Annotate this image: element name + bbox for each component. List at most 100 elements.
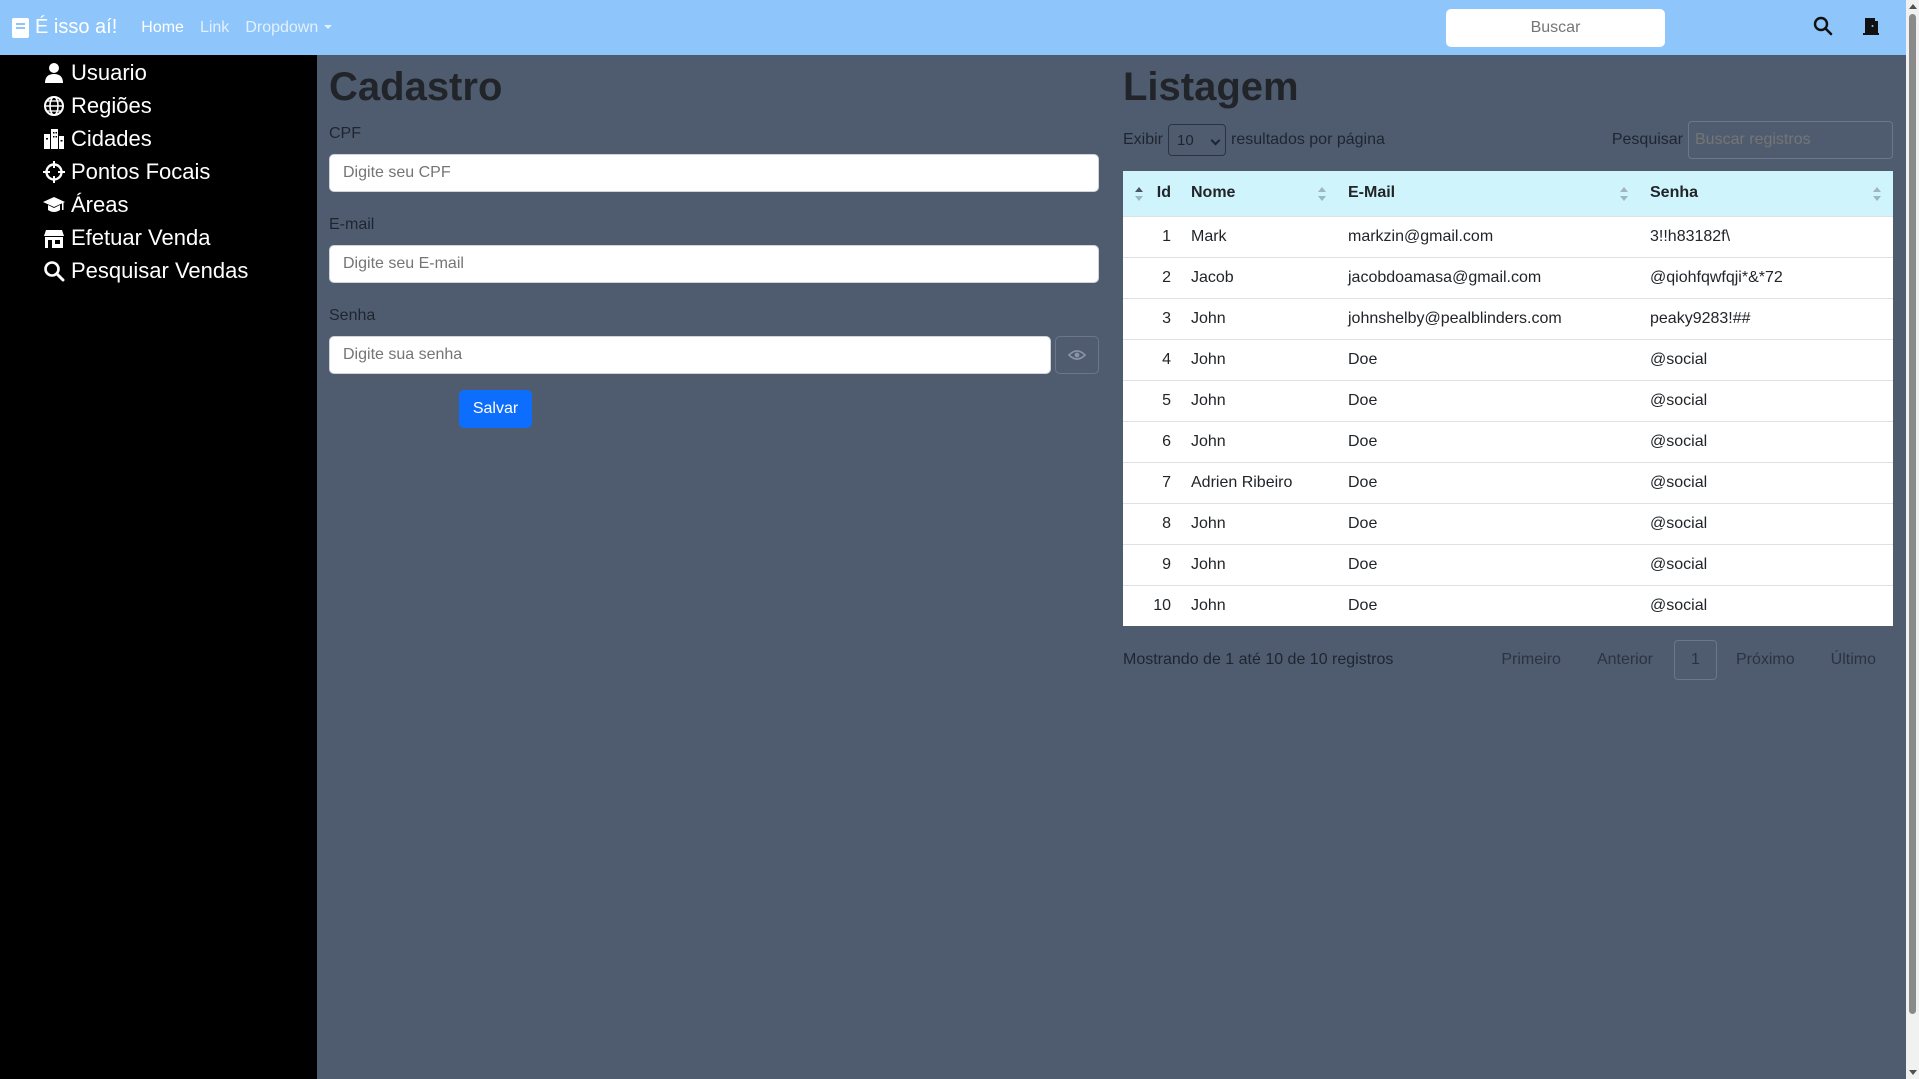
email-field[interactable]	[329, 245, 1099, 283]
sidebar-item-regioes[interactable]: Regiões	[0, 89, 317, 122]
cell-nome: John	[1191, 391, 1226, 409]
nav-links: Home Link Dropdown	[141, 19, 348, 37]
table-controls: Exibir 10 resultados por página Pesquisa…	[1123, 121, 1893, 159]
listagem-panel: Listagem Exibir 10 resultados por página…	[1123, 55, 1893, 680]
sidebar-item-cidades[interactable]: Cidades	[0, 122, 317, 155]
brand[interactable]: É isso aí!	[12, 16, 117, 39]
table-row[interactable]: 9 John Doe @social	[1123, 544, 1893, 585]
cell-email: Doe	[1348, 514, 1378, 532]
table-row[interactable]: 5 John Doe @social	[1123, 380, 1893, 421]
scroll-down-icon[interactable]	[1909, 1070, 1917, 1075]
pagination-current-page[interactable]: 1	[1673, 640, 1717, 680]
pagination-previous[interactable]: Anterior	[1597, 651, 1653, 669]
cell-senha: @social	[1650, 596, 1708, 614]
column-header-label: Id	[1156, 184, 1171, 202]
scrollbar-thumb[interactable]	[1909, 14, 1916, 1014]
sort-icon	[1620, 187, 1628, 201]
per-page-label: resultados por página	[1231, 131, 1385, 148]
cpf-field[interactable]	[329, 154, 1099, 192]
cell-id: 10	[1153, 596, 1171, 614]
cell-email: Doe	[1348, 555, 1378, 573]
nav-dropdown-label: Dropdown	[245, 18, 319, 36]
sidebar: Usuario Regiões Cidades Pontos Focais Ár…	[0, 55, 317, 1079]
table-row[interactable]: 10 John Doe @social	[1123, 585, 1893, 626]
cell-senha: 3!!h83182f\	[1650, 227, 1731, 245]
cell-id: 3	[1162, 309, 1171, 327]
records-search-input[interactable]	[1688, 121, 1893, 159]
sort-icon	[1873, 187, 1881, 201]
cell-senha: @social	[1650, 350, 1708, 368]
pagination: Primeiro Anterior 1 Próximo Último	[1465, 640, 1893, 680]
cell-nome: John	[1191, 555, 1226, 573]
search-label: Pesquisar	[1611, 131, 1683, 148]
password-field[interactable]	[329, 336, 1051, 374]
table-row[interactable]: 2 Jacob jacobdoamasa@gmail.com @qiohfqwfqji…	[1123, 257, 1893, 298]
sidebar-item-label: Áreas	[71, 191, 129, 217]
table-row[interactable]: 1 Mark markzin@gmail.com 3!!h83182f\	[1123, 216, 1893, 257]
cell-email: Doe	[1348, 473, 1378, 491]
graduation-cap-icon	[43, 196, 65, 212]
table-row[interactable]: 7 Adrien Ribeiro Doe @social	[1123, 462, 1893, 503]
page-size-select[interactable]: 10	[1168, 124, 1227, 156]
nav-link-home[interactable]: Home	[141, 19, 184, 37]
scrollbar[interactable]	[1906, 0, 1919, 1079]
cell-email: jacobdoamasa@gmail.com	[1348, 268, 1542, 286]
sidebar-item-label: Pontos Focais	[71, 158, 211, 184]
city-icon	[44, 128, 64, 149]
scroll-up-icon[interactable]	[1909, 4, 1917, 9]
column-header-nome[interactable]: Nome	[1181, 171, 1338, 216]
cell-id: 6	[1162, 432, 1171, 450]
sidebar-item-usuario[interactable]: Usuario	[0, 56, 317, 89]
sidebar-item-areas[interactable]: Áreas	[0, 188, 317, 221]
caret-down-icon	[324, 25, 333, 30]
cell-senha: @social	[1650, 514, 1708, 532]
cadastro-form: Cadastro CPF E-mail Senha Salvar	[329, 55, 1099, 428]
table-row[interactable]: 8 John Doe @social	[1123, 503, 1893, 544]
door-icon[interactable]	[1861, 16, 1883, 38]
column-header-senha[interactable]: Senha	[1640, 171, 1893, 216]
cell-nome: John	[1191, 596, 1226, 614]
cell-nome: John	[1191, 309, 1226, 327]
cpf-label: CPF	[329, 125, 361, 142]
cell-id: 1	[1162, 227, 1171, 245]
cell-id: 4	[1162, 350, 1171, 368]
sidebar-item-label: Usuario	[71, 59, 147, 85]
cell-nome: Adrien Ribeiro	[1191, 473, 1293, 491]
table-search-control: Pesquisar	[1612, 121, 1893, 159]
column-header-email[interactable]: E-Mail	[1338, 171, 1640, 216]
save-button[interactable]: Salvar	[459, 390, 532, 428]
cell-id: 7	[1162, 473, 1171, 491]
sidebar-item-label: Pesquisar Vendas	[71, 257, 249, 283]
cell-id: 8	[1162, 514, 1171, 532]
nav-link-link[interactable]: Link	[200, 19, 229, 37]
listagem-title: Listagem	[1123, 65, 1299, 109]
nav-dropdown[interactable]: Dropdown	[245, 18, 333, 37]
navbar-search-input[interactable]	[1446, 9, 1665, 47]
column-header-label: Nome	[1191, 184, 1236, 202]
pagination-next[interactable]: Próximo	[1736, 651, 1795, 669]
table-row[interactable]: 3 John johnshelby@pealblinders.com peaky928…	[1123, 298, 1893, 339]
table-row[interactable]: 4 John Doe @social	[1123, 339, 1893, 380]
brand-name: É isso aí!	[35, 16, 118, 38]
column-header-label: E-Mail	[1348, 184, 1396, 202]
cell-email: markzin@gmail.com	[1348, 227, 1494, 245]
sidebar-item-pesquisar-vendas[interactable]: Pesquisar Vendas	[0, 254, 317, 287]
page-size-control: Exibir 10 resultados por página	[1123, 124, 1385, 156]
table-row[interactable]: 6 John Doe @social	[1123, 421, 1893, 462]
toggle-password-button[interactable]	[1055, 336, 1099, 374]
sidebar-item-label: Efetuar Venda	[71, 224, 211, 250]
pagination-first[interactable]: Primeiro	[1501, 651, 1561, 669]
sidebar-item-efetuar-venda[interactable]: Efetuar Venda	[0, 221, 317, 254]
pagination-last[interactable]: Último	[1831, 651, 1876, 669]
records-info: Mostrando de 1 até 10 de 10 registros	[1123, 651, 1394, 668]
cell-nome: Mark	[1191, 227, 1227, 245]
crosshair-icon	[43, 160, 65, 183]
cell-senha: @social	[1650, 555, 1708, 573]
cell-id: 2	[1162, 268, 1171, 286]
page-size-value: 10	[1177, 131, 1194, 149]
column-header-id[interactable]: Id	[1123, 171, 1181, 216]
sidebar-item-pontos-focais[interactable]: Pontos Focais	[0, 155, 317, 188]
cell-email: johnshelby@pealblinders.com	[1348, 309, 1562, 327]
email-label: E-mail	[329, 216, 375, 233]
search-icon[interactable]	[1813, 16, 1835, 38]
